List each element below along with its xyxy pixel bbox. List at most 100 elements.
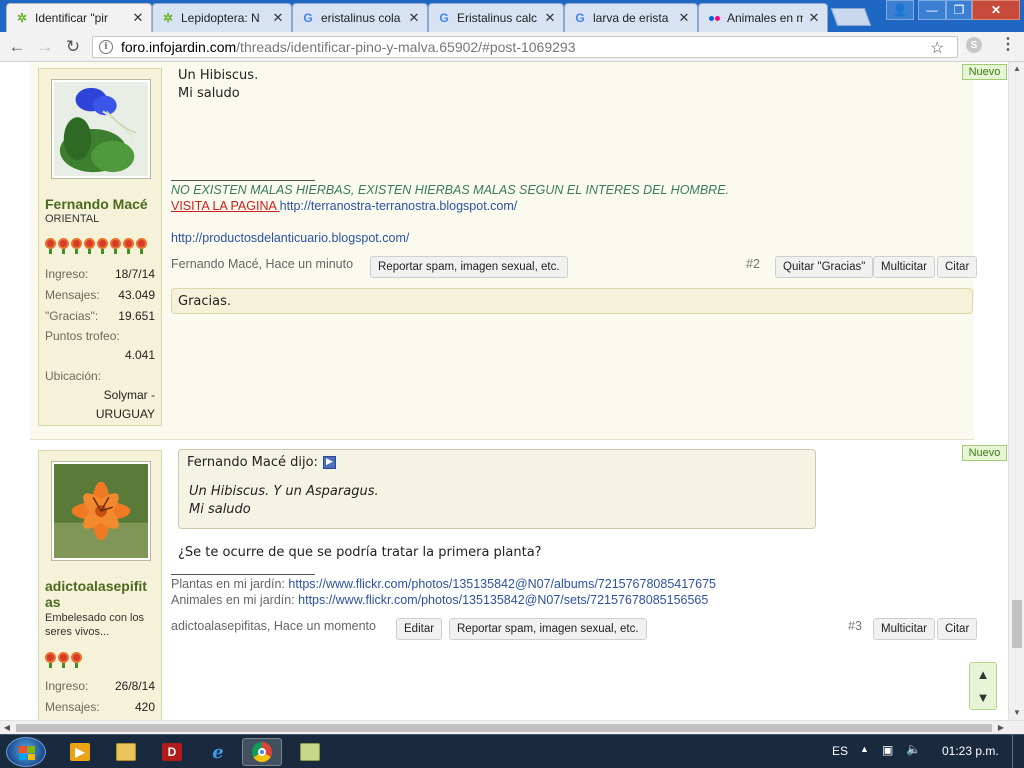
show-desktop-button[interactable] xyxy=(1012,735,1024,768)
avatar[interactable] xyxy=(51,461,151,561)
taskbar-internet-explorer[interactable]: e xyxy=(198,738,238,766)
browser-menu-icon[interactable]: ⋮ xyxy=(1000,36,1016,54)
location-line[interactable]: URUGUAY xyxy=(45,405,155,424)
plants-album-link[interactable]: https://www.flickr.com/photos/135135842@… xyxy=(288,577,716,591)
multiquote-button[interactable]: Multicitar xyxy=(873,256,936,278)
chrome-icon xyxy=(252,742,272,762)
system-clock[interactable]: 01:23 p.m. xyxy=(942,744,999,758)
close-tab-icon[interactable]: ✕ xyxy=(407,10,421,26)
flower-icon xyxy=(136,238,147,254)
tab-eristalinus-calc[interactable]: G Eristalinus calc ✕ xyxy=(428,3,564,32)
animals-album-link[interactable]: https://www.flickr.com/photos/135135842@… xyxy=(298,593,708,607)
report-button[interactable]: Reportar spam, imagen sexual, etc. xyxy=(449,618,647,640)
animals-label: Animales en mi jardín: xyxy=(171,593,299,607)
acrobat-icon: D xyxy=(162,743,182,761)
likes-summary: Gracias. xyxy=(171,288,973,314)
restore-window-button[interactable]: ❐ xyxy=(946,0,972,20)
quote-header: Fernando Macé dijo: ▶ xyxy=(187,455,336,470)
horizontal-scrollbar[interactable]: ◀ ▶ xyxy=(0,720,1024,734)
reload-icon[interactable]: ↻ xyxy=(62,36,84,58)
taskbar-notepad[interactable] xyxy=(290,738,330,766)
edit-button[interactable]: Editar xyxy=(396,618,443,640)
visit-page-link[interactable]: VISITA LA PAGINA xyxy=(171,199,280,213)
username-line: adictoalasepifit xyxy=(45,578,147,594)
stat-value: 18/7/14 xyxy=(114,267,155,281)
browser-toolbar: ← → ↻ i foro.infojardin.com/threads/iden… xyxy=(0,32,1024,62)
tab-larva[interactable]: G larva de erista ✕ xyxy=(564,3,698,32)
input-language[interactable]: ES xyxy=(832,744,848,758)
flower-icon xyxy=(45,652,56,668)
forward-arrow-icon[interactable]: → xyxy=(34,36,56,58)
stat-mensajes: Mensajes: 43.049 xyxy=(45,287,155,303)
stat-value[interactable]: 420 xyxy=(135,699,155,715)
flower-icon xyxy=(84,238,95,254)
post-meta[interactable]: Fernando Macé, Hace un minuto xyxy=(171,257,353,271)
close-window-button[interactable]: ✕ xyxy=(972,0,1020,20)
terranostra-link[interactable]: http://terranostra-terranostra.blogspot.… xyxy=(280,199,518,213)
post-number[interactable]: #3 xyxy=(848,619,862,633)
tab-title: Eristalinus calc xyxy=(457,11,538,25)
close-tab-icon[interactable]: ✕ xyxy=(807,10,821,26)
scroll-up-arrow-icon[interactable]: ▲ xyxy=(1009,62,1024,76)
show-hidden-icons-icon[interactable]: ▲ xyxy=(860,744,869,754)
tab-title: eristalinus cola xyxy=(321,11,401,25)
vertical-scroll-thumb[interactable] xyxy=(1012,600,1022,648)
tab-lepidoptera[interactable]: ✲ Lepidoptera: N ✕ xyxy=(152,3,292,32)
multiquote-button[interactable]: Multicitar xyxy=(873,618,936,640)
close-tab-icon[interactable]: ✕ xyxy=(543,10,557,26)
avatar[interactable] xyxy=(51,79,151,179)
tab-title: Lepidoptera: N xyxy=(181,11,260,25)
close-tab-icon[interactable]: ✕ xyxy=(271,10,285,26)
scroll-top-arrow-icon[interactable]: ▲ xyxy=(970,663,996,686)
stat-label: Ingreso: xyxy=(45,267,89,281)
taskbar-acrobat[interactable]: D xyxy=(152,738,192,766)
report-button[interactable]: Reportar spam, imagen sexual, etc. xyxy=(370,256,568,278)
network-icon[interactable]: ▣ xyxy=(882,743,893,757)
flickr-dots-icon xyxy=(707,11,721,25)
taskbar-media-player[interactable]: ▶ xyxy=(60,738,100,766)
post-meta[interactable]: adictoalasepifitas, Hace un momento xyxy=(171,619,376,633)
file-explorer-icon xyxy=(116,743,136,761)
address-bar[interactable]: i foro.infojardin.com/threads/identifica… xyxy=(92,36,958,58)
stat-value[interactable]: 43.049 xyxy=(118,287,155,303)
site-info-icon[interactable]: i xyxy=(99,40,113,54)
url-host: foro.infojardin.com xyxy=(121,39,237,55)
username[interactable]: adictoalasepifit as xyxy=(45,578,147,610)
unlike-button[interactable]: Quitar "Gracias" xyxy=(775,256,874,278)
user-profile-icon[interactable]: 👤 xyxy=(886,0,914,20)
volume-icon[interactable]: 🔈 xyxy=(906,742,921,756)
tab-animales[interactable]: Animales en m ✕ xyxy=(698,3,828,32)
stat-label: Mensajes: xyxy=(45,288,100,302)
post-number[interactable]: #2 xyxy=(746,257,760,271)
back-arrow-icon[interactable]: ← xyxy=(6,36,28,58)
skype-extension-icon[interactable]: S xyxy=(966,37,982,53)
close-tab-icon[interactable]: ✕ xyxy=(131,10,145,26)
scroll-right-arrow-icon[interactable]: ▶ xyxy=(994,721,1008,735)
horizontal-scroll-thumb[interactable] xyxy=(16,724,992,732)
quote-button[interactable]: Citar xyxy=(937,618,978,640)
blue-flower-avatar-image xyxy=(54,82,148,176)
scroll-bottom-arrow-icon[interactable]: ▼ xyxy=(970,686,996,709)
go-to-quote-icon[interactable]: ▶ xyxy=(322,456,336,469)
signature-plants-line: Plantas en mi jardín: https://www.flickr… xyxy=(171,576,716,592)
stat-label: "Gracias": xyxy=(45,309,99,323)
stat-value[interactable]: 4.041 xyxy=(45,346,155,365)
tab-eristalinus-cola[interactable]: G eristalinus cola ✕ xyxy=(292,3,428,32)
location-line[interactable]: Solymar - xyxy=(45,386,155,405)
username[interactable]: Fernando Macé xyxy=(45,196,148,212)
scroll-down-arrow-icon[interactable]: ▼ xyxy=(1009,706,1024,720)
start-button[interactable] xyxy=(6,737,46,767)
flower-icon xyxy=(123,238,134,254)
scroll-left-arrow-icon[interactable]: ◀ xyxy=(0,721,14,735)
tab-identificar[interactable]: ✲ Identificar "pir ✕ xyxy=(6,3,152,32)
vertical-scrollbar[interactable]: ▲ ▼ xyxy=(1008,62,1024,720)
bookmark-star-icon[interactable]: ☆ xyxy=(930,38,944,58)
new-tab-button[interactable] xyxy=(830,8,872,26)
productos-link[interactable]: http://productosdelanticuario.blogspot.c… xyxy=(171,231,409,245)
post-2 xyxy=(30,62,974,439)
minimize-window-button[interactable]: — xyxy=(918,0,946,20)
taskbar-file-explorer[interactable] xyxy=(106,738,146,766)
close-tab-icon[interactable]: ✕ xyxy=(677,10,691,26)
quote-button[interactable]: Citar xyxy=(937,256,978,278)
taskbar-chrome[interactable] xyxy=(242,738,282,766)
